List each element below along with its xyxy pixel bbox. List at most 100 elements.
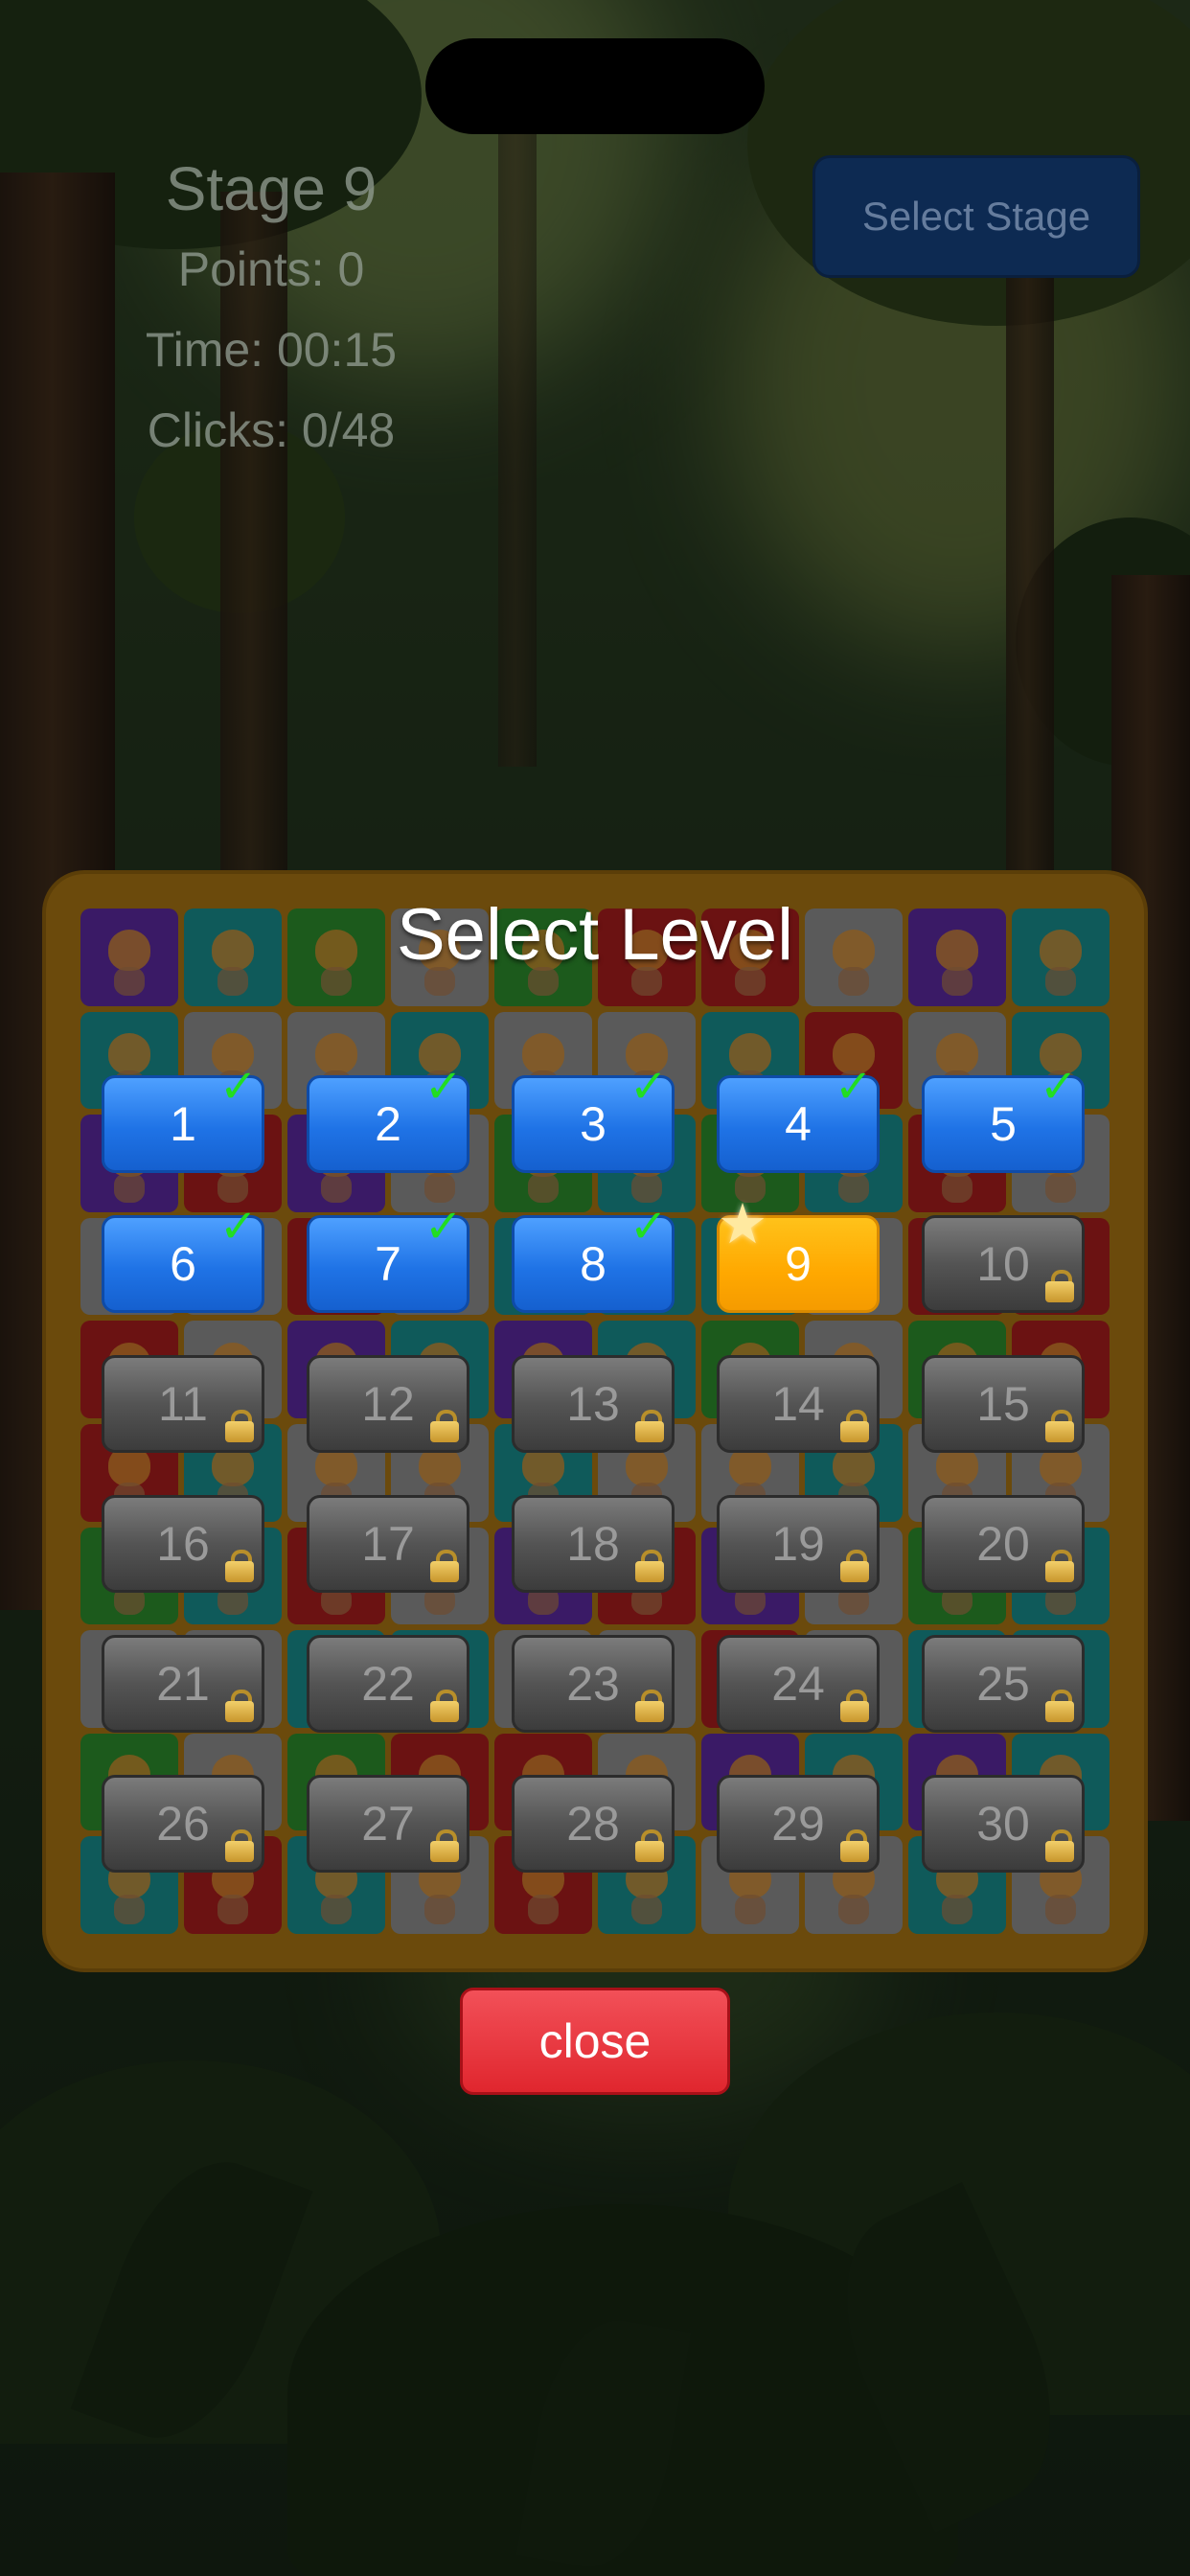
level-button-17: 17	[307, 1495, 469, 1593]
lock-icon	[1045, 1690, 1074, 1722]
level-number: 18	[566, 1517, 620, 1571]
lock-icon	[1045, 1829, 1074, 1862]
level-number: 28	[566, 1797, 620, 1851]
level-number: 8	[580, 1237, 606, 1291]
lock-icon	[430, 1690, 459, 1722]
level-button-16: 16	[102, 1495, 264, 1593]
level-button-1[interactable]: 1 ✓	[102, 1065, 264, 1173]
level-button-12: 12	[307, 1355, 469, 1453]
level-button-10: 10	[922, 1215, 1085, 1313]
lock-icon	[430, 1410, 459, 1442]
checkmark-icon: ✓	[629, 1202, 668, 1253]
level-number: 1	[170, 1097, 196, 1151]
level-button-7[interactable]: 7 ✓	[307, 1205, 469, 1313]
level-grid: 1 ✓ 2 ✓ 3 ✓ 4 ✓ 5 ✓ 6 ✓ 7 ✓ 8 ✓ 9 ★ 10 11 12 13 14 15 16 17 18 19 20…	[102, 1065, 1088, 1919]
lock-icon	[225, 1410, 254, 1442]
level-button-4[interactable]: 4 ✓	[717, 1065, 880, 1173]
level-number: 26	[156, 1797, 210, 1851]
level-number: 20	[976, 1517, 1030, 1571]
level-number: 14	[771, 1377, 825, 1431]
level-button-18: 18	[512, 1495, 675, 1593]
level-button-24: 24	[717, 1635, 880, 1733]
lock-icon	[1045, 1270, 1074, 1302]
level-button-9[interactable]: 9 ★	[717, 1197, 880, 1313]
level-number: 22	[361, 1657, 415, 1711]
panel-title: Select Level	[396, 894, 794, 976]
level-number: 16	[156, 1517, 210, 1571]
checkmark-icon: ✓	[834, 1062, 873, 1113]
lock-icon	[840, 1410, 869, 1442]
level-button-25: 25	[922, 1635, 1085, 1733]
level-number: 11	[158, 1377, 208, 1431]
lock-icon	[1045, 1550, 1074, 1582]
level-button-5[interactable]: 5 ✓	[922, 1065, 1085, 1173]
level-number: 24	[771, 1657, 825, 1711]
checkmark-icon: ✓	[629, 1062, 668, 1113]
checkmark-icon: ✓	[1039, 1062, 1078, 1113]
lock-icon	[225, 1550, 254, 1582]
lock-icon	[635, 1550, 664, 1582]
level-number: 13	[566, 1377, 620, 1431]
level-button-28: 28	[512, 1775, 675, 1873]
clicks-label: Clicks: 0/48	[147, 403, 396, 457]
level-button-23: 23	[512, 1635, 675, 1733]
level-button-20: 20	[922, 1495, 1085, 1593]
level-number: 25	[976, 1657, 1030, 1711]
lock-icon	[840, 1550, 869, 1582]
level-number: 4	[785, 1097, 812, 1151]
level-number: 3	[580, 1097, 606, 1151]
level-number: 12	[361, 1377, 415, 1431]
level-number: 2	[375, 1097, 401, 1151]
level-number: 29	[771, 1797, 825, 1851]
level-number: 10	[976, 1237, 1030, 1291]
lock-icon	[635, 1690, 664, 1722]
level-button-29: 29	[717, 1775, 880, 1873]
level-number: 23	[566, 1657, 620, 1711]
level-button-22: 22	[307, 1635, 469, 1733]
lock-icon	[635, 1829, 664, 1862]
level-number: 5	[990, 1097, 1017, 1151]
level-button-30: 30	[922, 1775, 1085, 1873]
level-number: 30	[976, 1797, 1030, 1851]
level-button-27: 27	[307, 1775, 469, 1873]
lock-icon	[840, 1829, 869, 1862]
close-button[interactable]: close	[460, 1988, 730, 2095]
level-button-21: 21	[102, 1635, 264, 1733]
level-number: 9	[785, 1237, 812, 1291]
checkmark-icon: ✓	[218, 1062, 258, 1113]
lock-icon	[430, 1550, 459, 1582]
level-number: 19	[771, 1517, 825, 1571]
level-number: 6	[170, 1237, 196, 1291]
stage-label: Stage 9	[165, 154, 378, 223]
lock-icon	[225, 1829, 254, 1862]
level-number: 17	[361, 1517, 415, 1571]
level-button-6[interactable]: 6 ✓	[102, 1205, 264, 1313]
lock-icon	[840, 1690, 869, 1722]
level-number: 7	[375, 1237, 401, 1291]
level-number: 21	[156, 1657, 210, 1711]
lock-icon	[1045, 1410, 1074, 1442]
lock-icon	[635, 1410, 664, 1442]
level-button-13: 13	[512, 1355, 675, 1453]
level-button-26: 26	[102, 1775, 264, 1873]
points-label: Points: 0	[177, 242, 365, 296]
level-button-15: 15	[922, 1355, 1085, 1453]
level-button-2[interactable]: 2 ✓	[307, 1065, 469, 1173]
checkmark-icon: ✓	[423, 1202, 463, 1253]
level-button-11: 11	[102, 1355, 264, 1453]
select-stage-button[interactable]: Select Stage	[812, 155, 1140, 278]
lock-icon	[430, 1829, 459, 1862]
device-notch	[425, 38, 765, 134]
level-button-8[interactable]: 8 ✓	[512, 1205, 675, 1313]
level-button-19: 19	[717, 1495, 880, 1593]
level-button-3[interactable]: 3 ✓	[512, 1065, 675, 1173]
level-select-panel: Select Level 1 ✓ 2 ✓ 3 ✓ 4 ✓ 5 ✓ 6 ✓ 7 ✓ 8 ✓ 9 ★ 10 11 12 13 1…	[46, 874, 1144, 1968]
level-button-14: 14	[717, 1355, 880, 1453]
time-label: Time: 00:15	[145, 323, 398, 377]
checkmark-icon: ✓	[423, 1062, 463, 1113]
level-number: 27	[361, 1797, 415, 1851]
checkmark-icon: ✓	[218, 1202, 258, 1253]
level-number: 15	[976, 1377, 1030, 1431]
lock-icon	[225, 1690, 254, 1722]
star-icon: ★	[718, 1193, 767, 1255]
